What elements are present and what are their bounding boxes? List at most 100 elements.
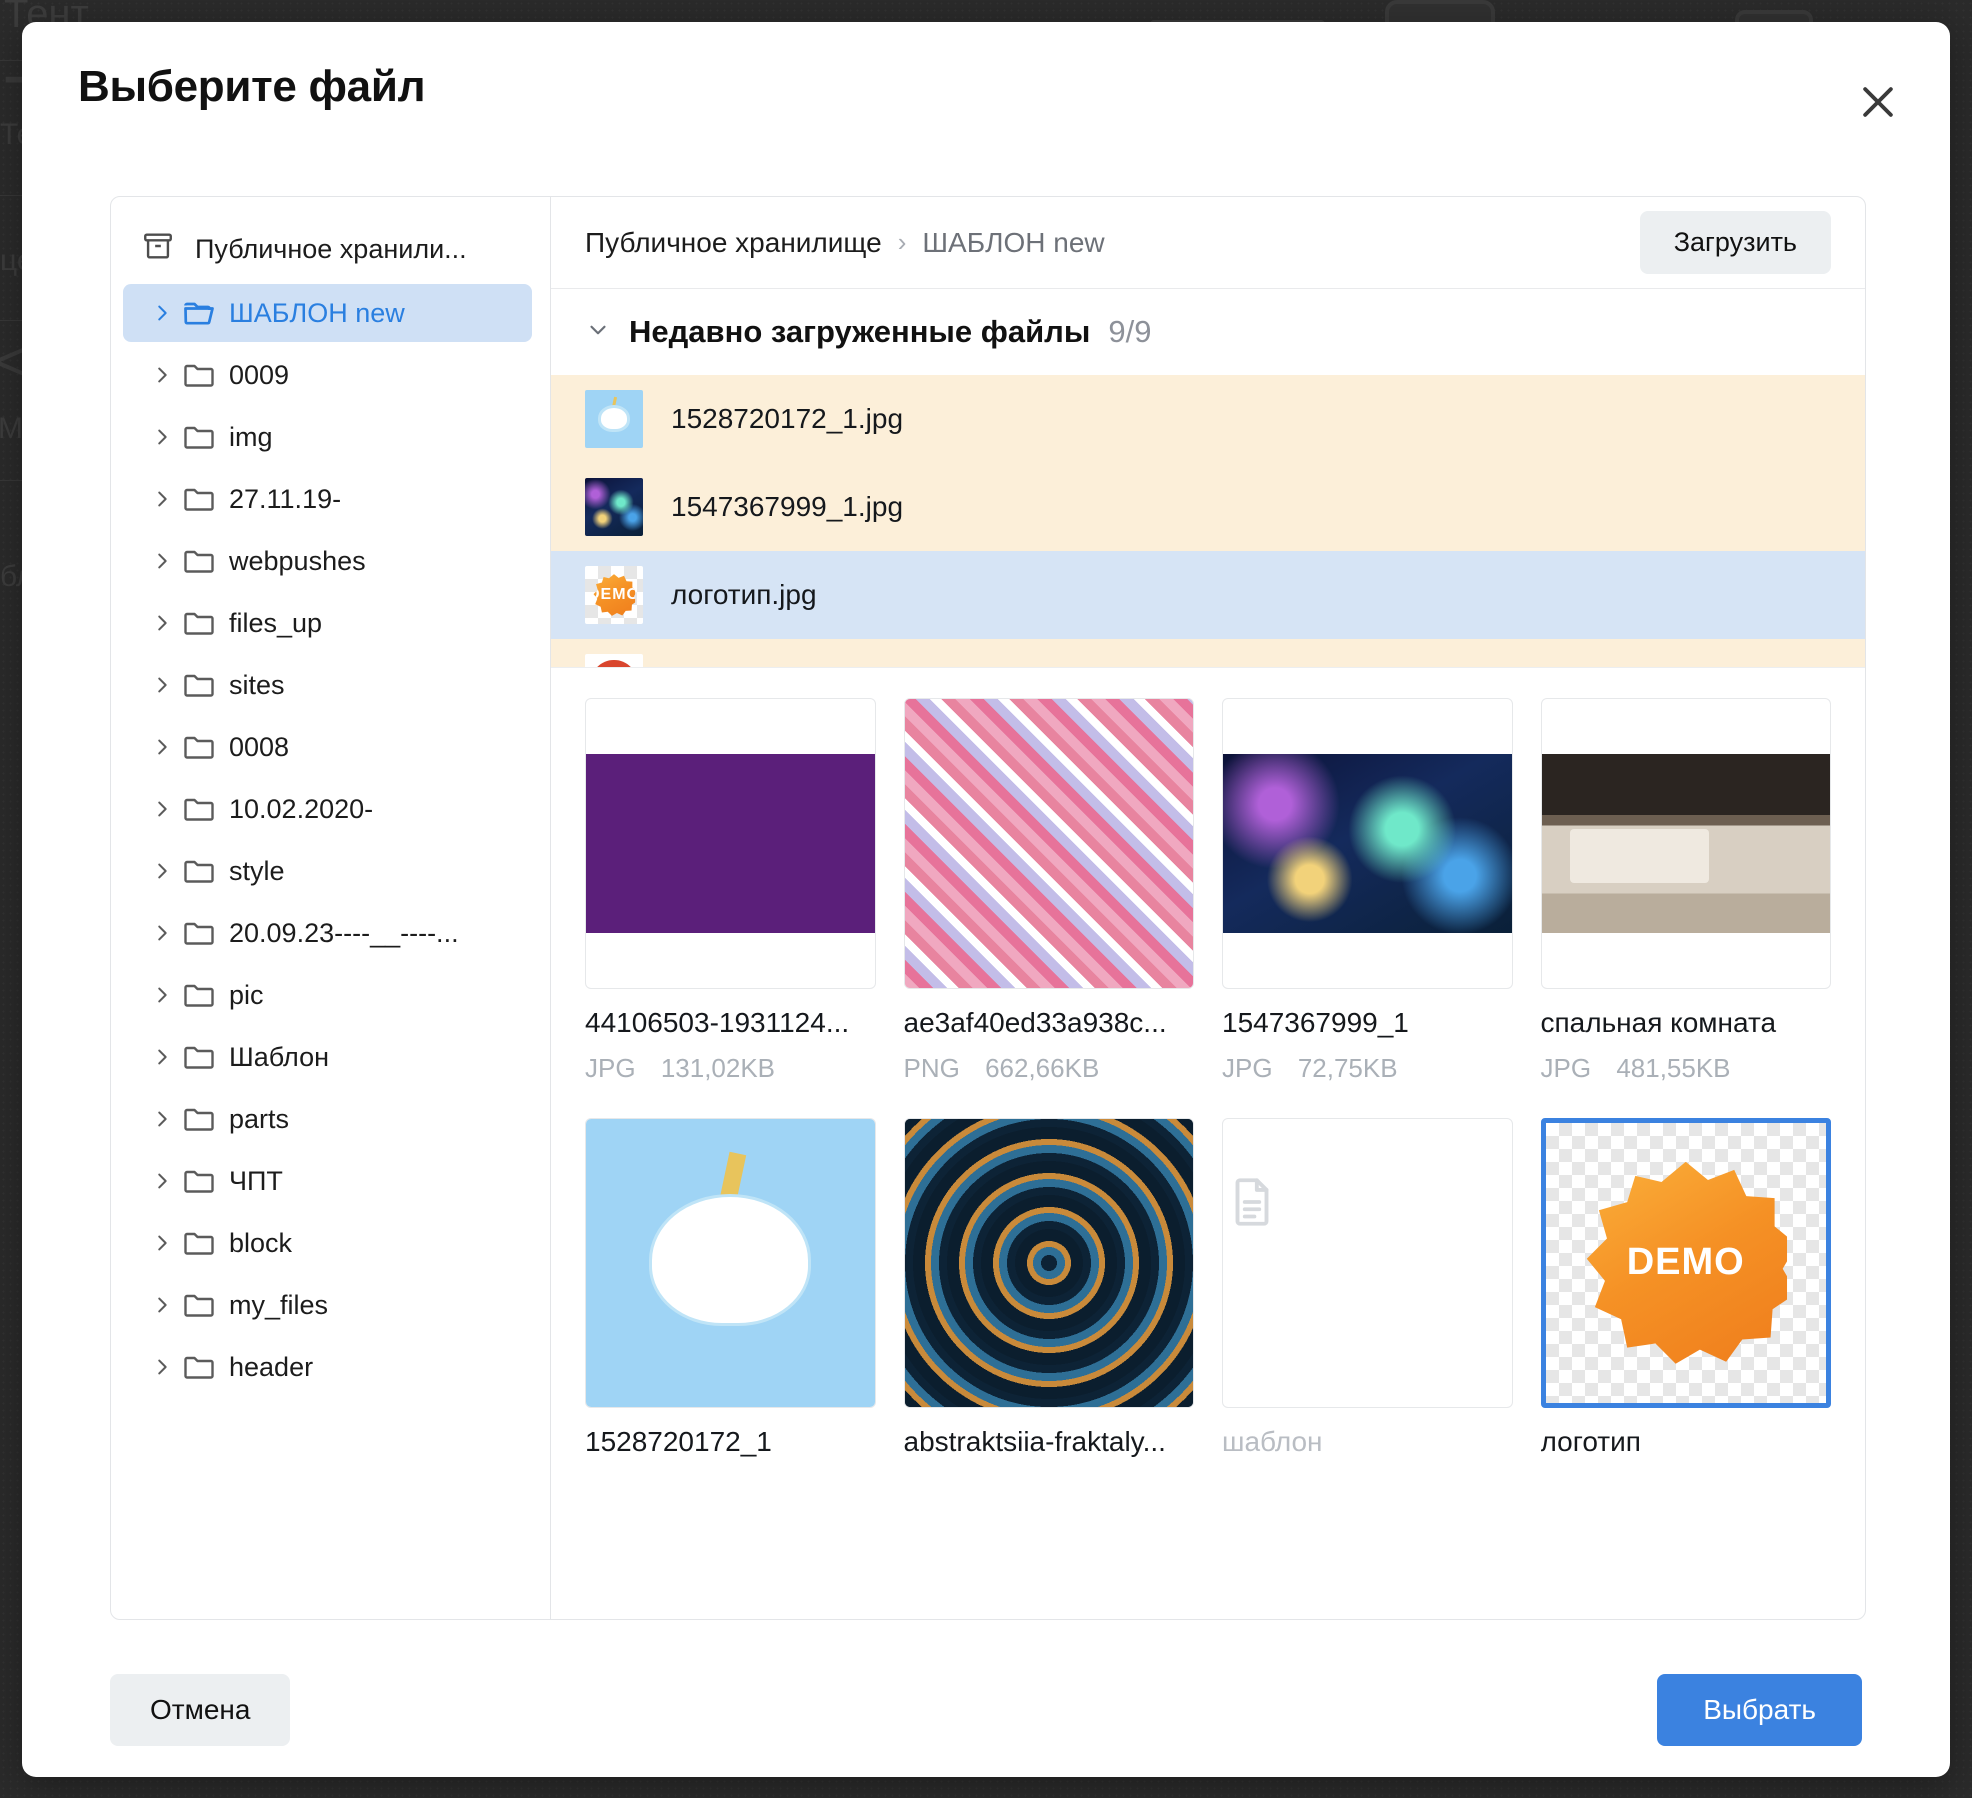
sidebar-item-11[interactable]: pic	[123, 966, 532, 1024]
cancel-button[interactable]: Отмена	[110, 1674, 290, 1746]
chevron-right-icon[interactable]	[147, 364, 177, 386]
document-placeholder-icon	[1223, 1218, 1281, 1235]
file-name: ae3af40ed33a938c...	[904, 1007, 1195, 1039]
chevron-right-icon[interactable]	[147, 736, 177, 758]
breadcrumb-current[interactable]: ШАБЛОН new	[922, 227, 1104, 259]
chevron-right-icon[interactable]	[147, 302, 177, 324]
sidebar-item-label: style	[229, 856, 285, 887]
folder-icon	[177, 915, 221, 951]
dialog-body: Публичное хранили... ШАБЛОН new 0009 img 27…	[110, 196, 1866, 1620]
sidebar-item-7[interactable]: 0008	[123, 718, 532, 776]
hexagon-illusion-image	[586, 754, 875, 933]
file-picker-dialog: Выберите файл Публичное хранили...	[22, 22, 1950, 1777]
chevron-right-icon[interactable]	[147, 612, 177, 634]
file-thumbnail	[585, 1118, 876, 1409]
file-name: 1547367999_1	[1222, 1007, 1513, 1039]
file-type: JPG	[1222, 1053, 1273, 1083]
file-meta: JPG 131,02KB	[585, 1053, 876, 1084]
sidebar-item-13[interactable]: parts	[123, 1090, 532, 1148]
sidebar-item-14[interactable]: ЧПТ	[123, 1152, 532, 1210]
recent-files-title: Недавно загруженные файлы	[629, 314, 1090, 350]
sidebar-item-label: my_files	[229, 1290, 328, 1321]
chevron-right-icon[interactable]	[147, 1108, 177, 1130]
sidebar-item-label: img	[229, 422, 273, 453]
file-grid-item[interactable]: спальная комната JPG 481,55KB	[1541, 698, 1832, 1084]
chevron-right-icon[interactable]	[147, 1046, 177, 1068]
folder-tree-list: ШАБЛОН new 0009 img 27.11.19-webpushes files…	[111, 284, 550, 1396]
sidebar-item-8[interactable]: 10.02.2020-	[123, 780, 532, 838]
recent-file-row[interactable]: DEMO логотип.jpg	[551, 551, 1865, 639]
chevron-right-icon[interactable]	[147, 984, 177, 1006]
recent-files-list[interactable]: 1528720172_1.jpg1547367999_1.jpg DEMO лог…	[551, 375, 1865, 667]
file-size: 131,02KB	[661, 1053, 775, 1083]
folder-icon	[177, 667, 221, 703]
recent-file-row[interactable]: 1547367999_1.jpg	[551, 463, 1865, 551]
sidebar-item-6[interactable]: sites	[123, 656, 532, 714]
sidebar-item-1[interactable]: 0009	[123, 346, 532, 404]
upload-button[interactable]: Загрузить	[1640, 211, 1831, 274]
chevron-right-icon[interactable]	[147, 1170, 177, 1192]
file-grid-item[interactable]: 1547367999_1 JPG 72,75KB	[1222, 698, 1513, 1084]
file-grid-item[interactable]: abstraktsiia-fraktaly... JPG	[904, 1118, 1195, 1504]
sidebar-item-public-storage[interactable]: Публичное хранили...	[111, 219, 550, 280]
sidebar-item-10[interactable]: 20.09.23----__----...	[123, 904, 532, 962]
file-type: PNG	[904, 1053, 960, 1083]
breadcrumb-root[interactable]: Публичное хранилище	[585, 227, 882, 259]
folder-icon	[177, 543, 221, 579]
file-size: 72,75KB	[1298, 1053, 1398, 1083]
file-thumbnail: DEMO	[1541, 1118, 1832, 1409]
chevron-right-icon[interactable]	[147, 488, 177, 510]
sidebar-item-9[interactable]: style	[123, 842, 532, 900]
chevron-right-icon[interactable]	[147, 1294, 177, 1316]
file-grid-item[interactable]: 1528720172_1 JPG	[585, 1118, 876, 1504]
file-grid-item[interactable]: ae3af40ed33a938c... PNG 662,66KB	[904, 698, 1195, 1084]
folder-icon	[177, 605, 221, 641]
sidebar-item-17[interactable]: header	[123, 1338, 532, 1396]
chevron-right-icon[interactable]	[147, 798, 177, 820]
file-name: спальная комната	[1541, 1007, 1832, 1039]
sidebar-item-label: files_up	[229, 608, 322, 639]
sidebar-item-0[interactable]: ШАБЛОН new	[123, 284, 532, 342]
file-thumbnail	[1222, 698, 1513, 989]
recent-files-section-header[interactable]: Недавно загруженные файлы 9/9	[551, 289, 1865, 375]
file-type: JPG	[585, 1053, 636, 1083]
sidebar-item-16[interactable]: my_files	[123, 1276, 532, 1334]
sidebar-item-12[interactable]: Шаблон	[123, 1028, 532, 1086]
sidebar-item-3[interactable]: 27.11.19-	[123, 470, 532, 528]
chevron-right-icon[interactable]	[147, 1356, 177, 1378]
sidebar-item-15[interactable]: block	[123, 1214, 532, 1272]
folder-icon	[177, 1287, 221, 1323]
your-logo-image: YOUR LOGO	[585, 654, 643, 667]
chevron-right-icon[interactable]	[147, 860, 177, 882]
folder-icon	[177, 1225, 221, 1261]
sidebar-item-5[interactable]: files_up	[123, 594, 532, 652]
recent-file-name: логотип.jpg	[671, 579, 817, 611]
demo-logo-image: DEMO	[585, 566, 643, 624]
chevron-right-icon: ›	[898, 227, 907, 258]
chevron-right-icon[interactable]	[147, 922, 177, 944]
select-button[interactable]: Выбрать	[1657, 1674, 1862, 1746]
recent-file-row[interactable]: 1528720172_1.jpg	[551, 375, 1865, 463]
file-thumbnail	[1222, 1118, 1513, 1409]
file-grid-item[interactable]: шаблон PDF	[1222, 1118, 1513, 1504]
sidebar-item-label: header	[229, 1352, 313, 1383]
file-name: логотип	[1541, 1426, 1832, 1458]
folder-icon	[177, 419, 221, 455]
chevron-right-icon[interactable]	[147, 1232, 177, 1254]
chevron-down-icon[interactable]	[585, 317, 611, 348]
chevron-right-icon[interactable]	[147, 550, 177, 572]
folder-icon	[177, 977, 221, 1013]
file-grid-item[interactable]: DEMO логотип JPG	[1541, 1118, 1832, 1504]
chevron-right-icon[interactable]	[147, 426, 177, 448]
sidebar-item-label: 0009	[229, 360, 289, 391]
sidebar-item-4[interactable]: webpushes	[123, 532, 532, 590]
chevron-right-icon[interactable]	[147, 674, 177, 696]
file-name: 1528720172_1	[585, 1426, 876, 1458]
file-grid-item[interactable]: 44106503-1931124... JPG 131,02KB	[585, 698, 876, 1084]
sidebar-item-2[interactable]: img	[123, 408, 532, 466]
file-type: JPG	[1541, 1053, 1592, 1083]
dialog-footer: Отмена Выбрать	[22, 1642, 1950, 1777]
recent-file-row[interactable]: YOUR LOGOмой логотип.jpg	[551, 639, 1865, 667]
close-icon[interactable]	[1850, 74, 1906, 130]
file-thumbnail	[904, 1118, 1195, 1409]
